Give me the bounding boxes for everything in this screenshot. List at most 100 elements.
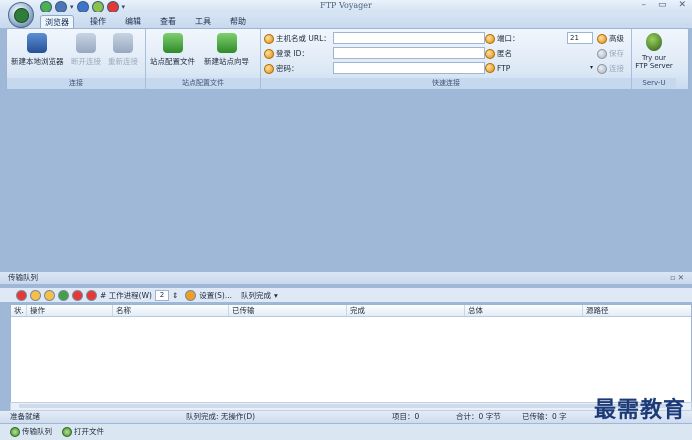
status-ready: 准备就绪 (10, 412, 40, 421)
settings-button[interactable]: 设置(S)... (199, 290, 232, 301)
disconnect-icon (76, 33, 96, 53)
save-icon (597, 48, 607, 59)
servu-group: Try our FTP Server Serv-U (632, 29, 676, 89)
reconnect-button[interactable]: 重新连接 (108, 33, 138, 67)
stop-queue-icon[interactable] (16, 289, 27, 301)
watermark: 最需教育 (593, 397, 686, 423)
queue-table[interactable]: 状. 操作 名称 已传输 完成 总体 源路径 (10, 304, 692, 408)
transfer-queue-button[interactable]: 传输队列 (10, 426, 52, 438)
advanced-button[interactable]: 高级 (597, 33, 624, 44)
site-group: 站点配置文件 新建站点向导 站点配置文件 (146, 29, 261, 89)
site-profile-button[interactable]: 站点配置文件 (150, 33, 195, 67)
workspace (0, 89, 692, 270)
connect-group: 新建本地浏览器 断开连接 重新连接 连接 (7, 29, 146, 89)
connect-button[interactable]: 连接 (597, 63, 624, 74)
col-source-path[interactable]: 源路径 (583, 305, 691, 316)
status-bar: 准备就绪 队列完成: 无操作(D) 项目：0 合计：0 字节 已传输：0 字 (0, 411, 692, 423)
host-input[interactable] (333, 32, 485, 44)
reconnect-icon (113, 33, 133, 53)
pause-all-icon[interactable] (44, 289, 55, 301)
protocol-select[interactable]: FTP (485, 63, 510, 73)
threads-input[interactable]: 2 (154, 289, 169, 301)
delete-item-icon[interactable] (72, 289, 83, 301)
quick-connect-group: 主机名或 URL： 登录 ID： 密码： 端口： 21 匿名 FTP ▾ 高级 … (261, 29, 632, 89)
clear-queue-icon[interactable] (86, 289, 97, 301)
key-icon (264, 63, 274, 74)
anonymous-icon (485, 48, 495, 59)
queue-toolbar: # 工作进程(W) 2 ⇕ 设置(S)... 队列完成 ▾ (0, 288, 692, 302)
queue-icon (10, 427, 20, 437)
status-items: 项目：0 (392, 412, 420, 421)
status-transferred: 已传输：0 字 (522, 412, 567, 421)
protocol-dropdown-icon[interactable]: ▾ (590, 64, 593, 71)
col-completed[interactable]: 完成 (347, 305, 465, 316)
minimize-button[interactable]: – (641, 0, 646, 10)
tab-view[interactable]: 查看 (156, 15, 180, 28)
password-input[interactable] (333, 62, 485, 74)
col-operation[interactable]: 操作 (27, 305, 113, 316)
disconnect-button[interactable]: 断开连接 (71, 33, 101, 67)
connect-icon (597, 63, 607, 74)
new-local-browser-button[interactable]: 新建本地浏览器 (11, 33, 64, 67)
host-icon (264, 33, 274, 44)
ribbon-tabs: 浏览器 操作 编辑 查看 工具 帮助 (0, 12, 692, 29)
queue-panel-header: 传输队列 ▫ ✕ (0, 272, 692, 284)
start-queue-icon[interactable] (58, 289, 69, 301)
tab-edit[interactable]: 编辑 (121, 15, 145, 28)
port-label: 端口： (485, 33, 520, 44)
pause-queue-icon[interactable] (30, 289, 41, 301)
settings-icon (185, 289, 197, 301)
maximize-button[interactable]: ▭ (658, 0, 667, 10)
host-label: 主机名或 URL： (264, 33, 331, 44)
connect-group-label: 连接 (7, 78, 145, 89)
status-queue: 队列完成: 无操作(D) (186, 412, 256, 421)
login-input[interactable] (333, 47, 485, 59)
scroll-thumb[interactable] (19, 404, 679, 408)
app-menu-button[interactable] (8, 2, 34, 28)
advanced-icon (597, 33, 607, 44)
servu-label: Serv-U (632, 78, 676, 89)
site-group-label: 站点配置文件 (146, 78, 260, 89)
login-label: 登录 ID： (264, 48, 309, 59)
ribbon: 新建本地浏览器 断开连接 重新连接 连接 站点配置文件 新建站点向导 站点配置文… (6, 28, 689, 90)
bottom-taskbar: 传输队列 打开文件 (0, 424, 692, 440)
horizontal-scrollbar[interactable] (10, 402, 692, 411)
queue-title: 传输队列 (8, 273, 38, 282)
threads-label: # 工作进程(W) (100, 290, 152, 300)
save-button[interactable]: 保存 (597, 48, 624, 59)
panel-controls-icon[interactable]: ▫ ✕ (670, 272, 684, 284)
site-profile-icon (162, 33, 183, 53)
close-button[interactable]: ✕ (678, 0, 686, 10)
open-file-button[interactable]: 打开文件 (62, 426, 104, 438)
tab-browser[interactable]: 浏览器 (40, 15, 74, 29)
status-total: 合计：0 字节 (456, 412, 501, 421)
tab-help[interactable]: 帮助 (226, 15, 250, 28)
password-label: 密码： (264, 63, 299, 74)
monitor-icon (27, 33, 48, 53)
tab-tools[interactable]: 工具 (191, 15, 215, 28)
queue-done-button[interactable]: 队列完成 (241, 290, 271, 301)
tab-operations[interactable]: 操作 (86, 15, 110, 28)
col-transferred[interactable]: 已传输 (229, 305, 347, 316)
app-logo-icon (13, 7, 29, 23)
anonymous-checkbox[interactable]: 匿名 (485, 48, 512, 59)
window-controls: – ▭ ✕ (641, 0, 686, 10)
new-site-wizard-button[interactable]: 新建站点向导 (204, 33, 249, 67)
threads-stepper-icon[interactable]: ⇕ (172, 291, 178, 300)
col-status[interactable]: 状. (11, 305, 27, 316)
queue-done-dropdown-icon[interactable]: ▾ (274, 291, 278, 300)
customize-qat-icon[interactable]: ▾ (122, 3, 126, 11)
protocol-icon (485, 63, 495, 73)
quick-connect-label: 快速连接 (261, 78, 631, 89)
col-overall[interactable]: 总体 (465, 305, 583, 316)
col-name[interactable]: 名称 (113, 305, 229, 316)
port-input[interactable]: 21 (567, 32, 593, 44)
dropdown-arrow-icon[interactable]: ▾ (70, 3, 74, 11)
open-file-icon (62, 427, 72, 437)
servu-logo-icon (646, 33, 662, 51)
user-icon (264, 48, 274, 59)
try-servu-button[interactable]: Try our FTP Server (635, 33, 673, 70)
wizard-icon (216, 33, 237, 53)
queue-table-header: 状. 操作 名称 已传输 完成 总体 源路径 (11, 305, 691, 317)
port-icon (485, 33, 495, 44)
